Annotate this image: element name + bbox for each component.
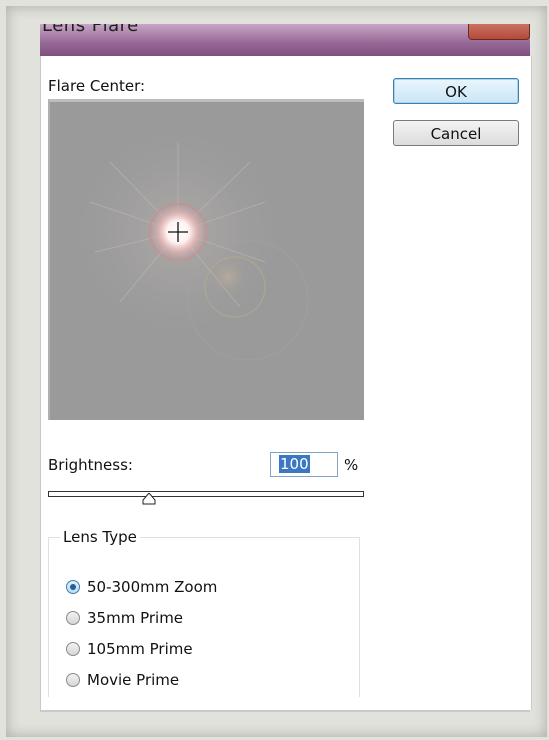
percent-unit: %	[344, 456, 359, 474]
radio-option-105mm-prime[interactable]: 105mm Prime	[66, 639, 193, 659]
radio-label: Movie Prime	[87, 671, 180, 689]
flare-center-label: Flare Center:	[48, 77, 146, 95]
radio-button[interactable]	[66, 611, 80, 625]
dialog-bottom-edge	[40, 710, 530, 712]
radio-option-50-300mm-zoom[interactable]: 50-300mm Zoom	[66, 577, 217, 597]
close-icon[interactable]	[468, 24, 530, 40]
radio-option-movie-prime[interactable]: Movie Prime	[66, 670, 179, 690]
ok-button[interactable]: OK	[393, 78, 519, 104]
flare-preview-image	[50, 102, 362, 417]
radio-button[interactable]	[66, 673, 80, 687]
brightness-value: 100	[279, 455, 310, 473]
radio-button[interactable]	[66, 642, 80, 656]
cancel-button[interactable]: Cancel	[393, 120, 519, 146]
brightness-input[interactable]: 100	[270, 452, 338, 477]
title-bar[interactable]: Lens Flare	[40, 24, 530, 57]
radio-button-checked[interactable]	[66, 580, 80, 594]
radio-label: 50-300mm Zoom	[87, 578, 218, 596]
window-title: Lens Flare	[42, 24, 139, 36]
radio-option-35mm-prime[interactable]: 35mm Prime	[66, 608, 183, 628]
brightness-label: Brightness:	[48, 456, 133, 474]
radio-label: 35mm Prime	[87, 609, 184, 627]
lens-type-legend: Lens Type	[60, 528, 140, 546]
slider-thumb-icon[interactable]	[142, 493, 156, 505]
flare-preview[interactable]	[48, 99, 364, 420]
brightness-slider[interactable]	[48, 491, 364, 497]
radio-label: 105mm Prime	[87, 640, 193, 658]
